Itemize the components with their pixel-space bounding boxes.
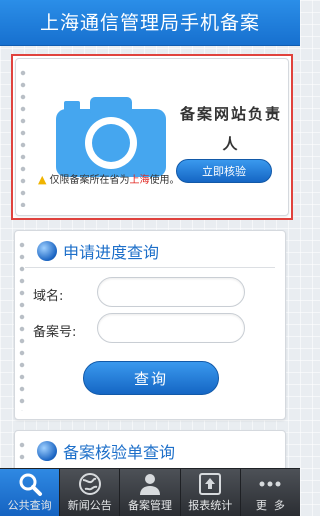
tab-record-management[interactable]: 备案管理 xyxy=(120,469,181,516)
verify-title-line1: 备案网站负责人 xyxy=(179,105,282,153)
section-header: 备案核验单查询 xyxy=(37,439,175,463)
warning-suffix: 使用。 xyxy=(149,175,180,186)
verify-now-button[interactable]: 立即核验 xyxy=(176,159,272,183)
binder-rings xyxy=(20,67,26,207)
progress-query-card: 申请进度查询 域名: 备案号: 查询 xyxy=(14,230,286,420)
warning-text: 仅限备案所在省为 xyxy=(49,175,130,186)
verify-banner[interactable]: 备案网站负责人 手机核验 立即核验 ▲仅限备案所在省为上海使用。 xyxy=(11,54,293,220)
tab-statistics[interactable]: 报表统计 xyxy=(181,469,241,516)
bottom-tab-bar: 公共查询 新闻公告 备案管理 报表统计 更 多 xyxy=(0,468,300,516)
warning-region: 上海 xyxy=(129,175,150,186)
tab-label: 报表统计 xyxy=(188,499,233,512)
tab-more[interactable]: 更 多 xyxy=(241,469,300,516)
section-header: 申请进度查询 xyxy=(37,239,159,263)
section-title: 申请进度查询 xyxy=(63,243,160,262)
tab-news[interactable]: 新闻公告 xyxy=(60,469,121,516)
globe-icon xyxy=(37,241,57,261)
warning-icon: ▲ xyxy=(38,173,47,186)
app-header: 上海通信管理局手机备案 xyxy=(0,0,300,46)
tab-label: 更 多 xyxy=(255,499,285,512)
tab-label: 公共查询 xyxy=(7,499,52,512)
search-icon xyxy=(19,473,42,496)
record-number-input[interactable] xyxy=(97,313,245,343)
record-number-label: 备案号: xyxy=(33,325,77,340)
globe-icon xyxy=(37,441,57,461)
tab-label: 备案管理 xyxy=(128,499,172,512)
binder-rings xyxy=(19,239,25,411)
query-button[interactable]: 查询 xyxy=(83,361,219,395)
camera-icon xyxy=(56,97,166,177)
domain-label: 域名: xyxy=(33,289,64,304)
tab-public-query[interactable]: 公共查询 xyxy=(0,469,61,516)
upload-icon xyxy=(199,473,222,495)
page-title: 上海通信管理局手机备案 xyxy=(39,12,260,34)
globe-icon xyxy=(78,473,101,495)
tab-label: 新闻公告 xyxy=(67,499,112,512)
binder-rings xyxy=(19,439,25,465)
banner-card: 备案网站负责人 手机核验 立即核验 ▲仅限备案所在省为上海使用。 xyxy=(15,58,289,216)
user-icon xyxy=(140,474,160,495)
divider xyxy=(25,267,275,268)
region-warning: ▲ 仅限备案所在省为上海使用。 xyxy=(38,171,179,186)
more-icon xyxy=(259,481,281,487)
section-title: 备案核验单查询 xyxy=(63,443,176,462)
domain-input[interactable] xyxy=(97,277,245,307)
